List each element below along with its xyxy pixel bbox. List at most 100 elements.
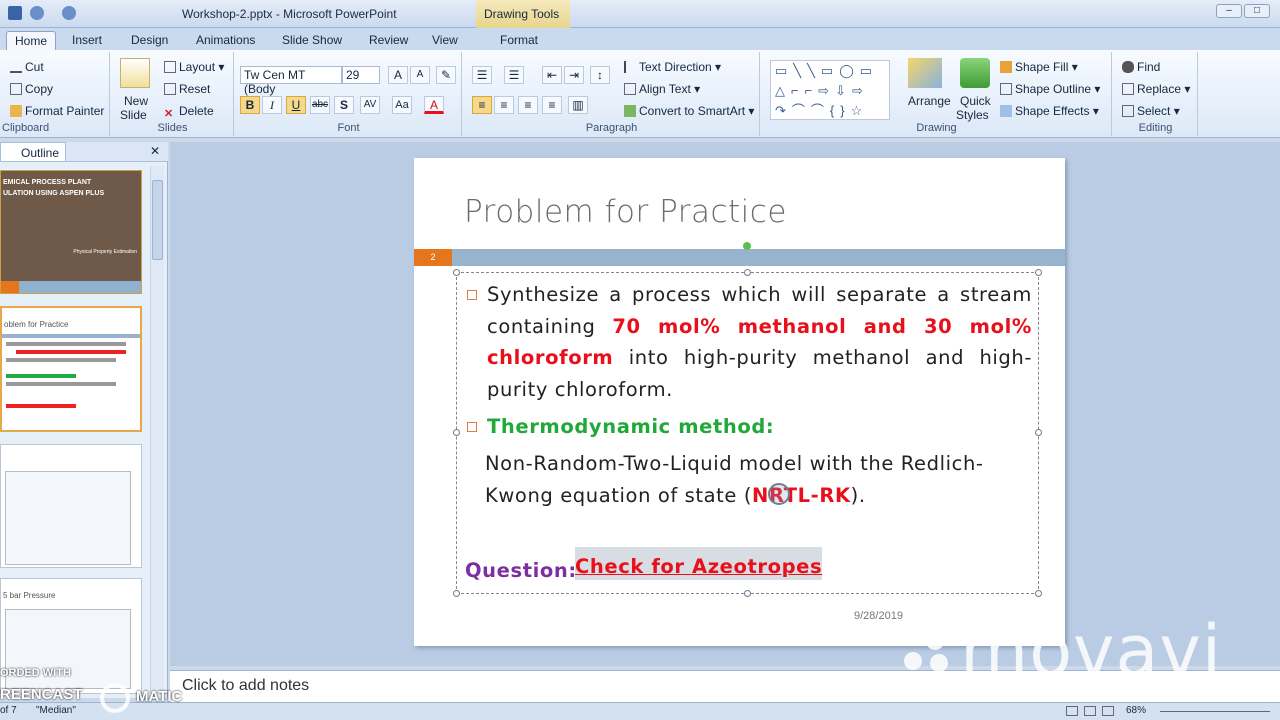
- grow-font-button[interactable]: A: [388, 66, 408, 84]
- layout-button[interactable]: Layout ▾: [164, 60, 224, 74]
- bold-button[interactable]: B: [240, 96, 260, 114]
- delete-button[interactable]: ✕ Delete: [164, 104, 214, 120]
- convert-smartart-label: Convert to SmartArt: [639, 104, 746, 118]
- slide-thumb-1[interactable]: EMICAL PROCESS PLANT ULATION USING ASPEN…: [0, 170, 142, 294]
- maximize-button[interactable]: □: [1244, 4, 1270, 18]
- minimize-button[interactable]: –: [1216, 4, 1242, 18]
- resize-handle-nw[interactable]: [453, 269, 460, 276]
- undo-icon[interactable]: [30, 6, 44, 20]
- cut-button[interactable]: Cut: [10, 60, 44, 74]
- resize-handle-e[interactable]: [1035, 429, 1042, 436]
- select-button[interactable]: Select ▾: [1122, 104, 1180, 118]
- format-painter-button[interactable]: Format Painter: [10, 104, 104, 118]
- align-center-button[interactable]: ≡: [494, 96, 514, 114]
- increase-indent-button[interactable]: ⇥: [564, 66, 584, 84]
- save-icon[interactable]: [8, 6, 22, 20]
- title-bar: Workshop-2.pptx - Microsoft PowerPoint D…: [0, 0, 1280, 28]
- resize-handle-n[interactable]: [744, 269, 751, 276]
- reset-button[interactable]: Reset: [164, 82, 210, 96]
- copy-icon: [10, 83, 22, 95]
- font-family-select[interactable]: Tw Cen MT (Body: [240, 66, 342, 96]
- tab-review[interactable]: Review: [361, 31, 416, 50]
- clear-format-button[interactable]: ✎: [436, 66, 456, 84]
- char-spacing-button[interactable]: AV: [360, 96, 380, 114]
- quick-styles-label[interactable]: Quick: [960, 94, 991, 108]
- replace-button[interactable]: Replace ▾: [1122, 82, 1190, 96]
- italic-button[interactable]: I: [262, 96, 282, 114]
- font-color-button[interactable]: A: [424, 96, 444, 114]
- slides-label: Slides: [157, 122, 188, 134]
- resize-handle-w[interactable]: [453, 429, 460, 436]
- shape-fill-button[interactable]: Shape Fill ▾: [1000, 60, 1078, 74]
- align-text-button[interactable]: Align Text ▾: [624, 82, 700, 96]
- rotate-handle[interactable]: [743, 242, 751, 250]
- quick-styles-icon[interactable]: [960, 58, 990, 88]
- method-paragraph: Non-Random-Two-Liquid model with the Red…: [485, 448, 1030, 511]
- thumb1-line2: ULATION USING ASPEN PLUS: [3, 190, 105, 197]
- format-painter-label: Format Painter: [25, 104, 105, 118]
- new-slide-label-2[interactable]: Slide: [120, 108, 147, 122]
- redo-icon[interactable]: [62, 6, 76, 20]
- recorded-watermark: ORDED WITH: [0, 667, 71, 679]
- tab-view[interactable]: View: [424, 31, 466, 50]
- arrange-label[interactable]: Arrange: [908, 94, 951, 108]
- notes-placeholder[interactable]: Click to add notes: [182, 677, 309, 695]
- shrink-font-button[interactable]: A: [410, 66, 430, 84]
- align-right-button[interactable]: ≡: [518, 96, 538, 114]
- resize-handle-s[interactable]: [744, 590, 751, 597]
- pane-scrollbar[interactable]: [150, 166, 164, 694]
- arrange-icon[interactable]: [908, 58, 942, 88]
- font-size-select[interactable]: 29: [342, 66, 380, 84]
- content-textbox[interactable]: Synthesize a process which will separate…: [453, 269, 1042, 597]
- columns-button[interactable]: ▥: [568, 96, 588, 114]
- shadow-button[interactable]: S: [334, 96, 354, 114]
- method-line-1: Non-Random-Two-Liquid model with the Red…: [485, 452, 984, 475]
- tab-slide-show[interactable]: Slide Show: [274, 31, 350, 50]
- tab-insert[interactable]: Insert: [64, 31, 110, 50]
- convert-smartart-button[interactable]: Convert to SmartArt ▾: [624, 104, 754, 118]
- tab-format[interactable]: Format: [492, 31, 546, 50]
- tab-outline[interactable]: Outline: [0, 142, 66, 162]
- text-direction-button[interactable]: Text Direction ▾: [624, 60, 721, 74]
- new-slide-label[interactable]: New: [124, 94, 148, 108]
- resize-handle-sw[interactable]: [453, 590, 460, 597]
- new-slide-icon[interactable]: [120, 58, 150, 88]
- numbering-button[interactable]: ☰: [504, 66, 524, 84]
- change-case-button[interactable]: Aa: [392, 96, 412, 114]
- layout-label: Layout: [179, 60, 216, 74]
- copy-button[interactable]: Copy: [10, 82, 53, 96]
- resize-handle-ne[interactable]: [1035, 269, 1042, 276]
- quick-styles-label-2[interactable]: Styles: [956, 108, 989, 122]
- slideshow-view-icon[interactable]: [1102, 706, 1114, 716]
- sorter-view-icon[interactable]: [1084, 706, 1096, 716]
- shape-effects-button[interactable]: Shape Effects ▾: [1000, 104, 1099, 118]
- slide-title[interactable]: Problem for Practice: [464, 194, 787, 230]
- azeotropes-link[interactable]: Check for Azeotropes: [575, 547, 823, 580]
- close-pane-icon[interactable]: ✕: [150, 144, 160, 158]
- effects-icon: [1000, 105, 1012, 117]
- zoom-slider[interactable]: [1160, 711, 1270, 712]
- justify-button[interactable]: ≡: [542, 96, 562, 114]
- thumb2-red-line: [16, 350, 126, 354]
- tab-design[interactable]: Design: [123, 31, 176, 50]
- movavi-logo-icon: [900, 628, 952, 690]
- line-spacing-button[interactable]: ↕: [590, 66, 610, 84]
- scroll-thumb[interactable]: [152, 180, 163, 260]
- decrease-indent-button[interactable]: ⇤: [542, 66, 562, 84]
- resize-handle-se[interactable]: [1035, 590, 1042, 597]
- find-button[interactable]: Find: [1122, 60, 1160, 74]
- align-left-button[interactable]: ≡: [472, 96, 492, 114]
- bullets-button[interactable]: ☰: [472, 66, 492, 84]
- slide-thumb-3[interactable]: [0, 444, 142, 568]
- shape-outline-button[interactable]: Shape Outline ▾: [1000, 82, 1100, 96]
- slide-thumb-2[interactable]: oblem for Practice: [0, 306, 142, 432]
- strikethrough-button[interactable]: abc: [310, 96, 330, 114]
- normal-view-icon[interactable]: [1066, 706, 1078, 716]
- shapes-gallery[interactable]: ▭╲╲▭◯▭ △⌐⌐⇨⇩⇨ ↷⌒⌒{}☆: [770, 60, 890, 120]
- tab-home[interactable]: Home: [6, 31, 57, 50]
- clipboard-group: Cut Copy Format Painter Clipboard: [0, 52, 110, 136]
- tab-animations[interactable]: Animations: [188, 31, 263, 50]
- editing-group: Find Replace ▾ Select ▾ Editing: [1114, 52, 1198, 136]
- underline-button[interactable]: U: [286, 96, 306, 114]
- zoom-level[interactable]: 68%: [1126, 705, 1146, 716]
